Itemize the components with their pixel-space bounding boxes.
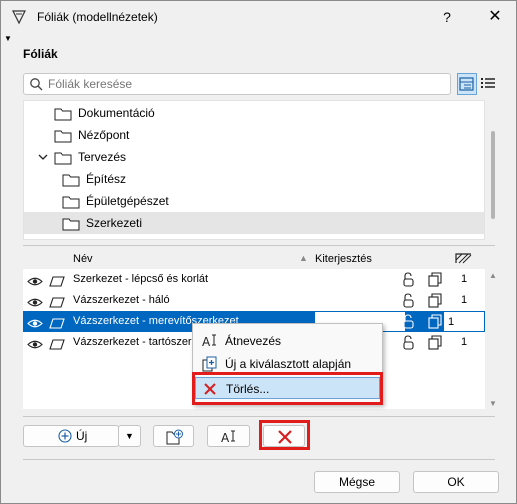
table-row[interactable]: Szerkezet - lépcső és korlát 1 (23, 269, 485, 290)
scroll-down-icon[interactable]: ▼ (489, 399, 497, 408)
new-layer-dropdown-button[interactable]: ▼ (118, 425, 141, 447)
divider (23, 416, 495, 417)
new-layer-button[interactable]: Új (23, 425, 119, 447)
svg-text:A: A (202, 335, 211, 349)
scroll-up-icon[interactable]: ▲ (489, 271, 497, 280)
column-name-header[interactable]: Név (73, 253, 93, 265)
app-icon (11, 9, 27, 25)
layer-icon (49, 337, 65, 358)
new-folder-button[interactable] (153, 425, 194, 447)
new-layer-label: Új (76, 429, 88, 443)
pages-icon[interactable] (427, 335, 443, 358)
table-row[interactable]: Vázszerkezet - háló 1 (23, 290, 485, 311)
window-title: Fóliák (modellnézetek) (37, 10, 158, 24)
tree-item-epuletgepeszet[interactable]: Épületgépészet (24, 190, 484, 212)
cancel-button[interactable]: Mégse (314, 471, 400, 493)
collapse-arrow-icon[interactable]: ▼ (4, 34, 12, 43)
chevron-down-icon: ▼ (125, 431, 134, 441)
search-input[interactable] (46, 76, 446, 92)
grid-header: Név ▲ Kiterjesztés (23, 251, 485, 269)
title-bar: Fóliák (modellnézetek) ? ✕ (1, 1, 516, 33)
tree-scrollbar[interactable] (491, 131, 495, 219)
search-icon (29, 77, 43, 94)
layers-dialog: Fóliák (modellnézetek) ? ✕ ▼ Fóliák Fóli… (0, 0, 517, 504)
row-name: Szerkezet - lépcső és korlát (73, 273, 209, 285)
tree-item-label: Dokumentáció (78, 106, 155, 120)
row-value: 1 (461, 294, 468, 306)
folder-icon (62, 216, 80, 238)
search-field[interactable] (23, 73, 451, 95)
new-folder-icon (166, 429, 184, 451)
lock-icon[interactable] (401, 335, 417, 358)
divider (23, 459, 495, 460)
tree-item-tervezes[interactable]: Tervezés (24, 146, 484, 168)
tree-item-szerkezeti[interactable]: Szerkezeti (24, 212, 484, 234)
rename-button[interactable]: A (207, 425, 250, 447)
tree-item-nezopont[interactable]: Nézőpont (24, 124, 484, 146)
list-view-button[interactable] (479, 73, 499, 95)
column-extent-header[interactable]: Kiterjesztés (315, 253, 372, 265)
ok-button[interactable]: OK (413, 471, 499, 493)
list-view-icon (481, 78, 495, 88)
hatch-column-icon (455, 251, 473, 268)
divider (23, 245, 495, 246)
folder-tree[interactable]: Dokumentáció Nézőpont Tervezés Építész É… (23, 100, 485, 240)
tree-item-label: Szerkezeti (86, 216, 143, 230)
tree-item-dokumentacio[interactable]: Dokumentáció (24, 102, 484, 124)
highlight-outline-delete-menu (192, 372, 383, 405)
highlight-outline-delete-button (259, 420, 310, 450)
help-button[interactable]: ? (435, 6, 459, 28)
tree-item-label: Építész (86, 172, 127, 186)
row-value-editor[interactable]: 1 (443, 311, 485, 332)
plus-circle-icon (58, 429, 72, 449)
menu-item-label: Átnevezés (225, 334, 282, 348)
row-value: 1 (461, 273, 468, 285)
svg-text:A: A (221, 431, 230, 445)
row-value: 1 (461, 336, 468, 348)
row-name: Vázszerkezet - háló (73, 294, 170, 306)
menu-item-rename[interactable]: A Átnevezés (195, 330, 380, 352)
sort-arrow-icon[interactable]: ▲ (299, 253, 308, 263)
tree-item-label: Nézőpont (78, 128, 130, 142)
tree-item-label: Tervezés (78, 150, 127, 164)
tree-view-icon (459, 77, 474, 91)
eye-icon[interactable] (27, 337, 43, 358)
section-title: Fóliák (23, 47, 58, 61)
tree-item-label: Épületgépészet (86, 194, 169, 208)
rename-icon: A (220, 429, 238, 451)
tree-item-epitesz[interactable]: Építész (24, 168, 484, 190)
tree-view-button[interactable] (457, 73, 477, 95)
close-button[interactable]: ✕ (483, 6, 507, 28)
